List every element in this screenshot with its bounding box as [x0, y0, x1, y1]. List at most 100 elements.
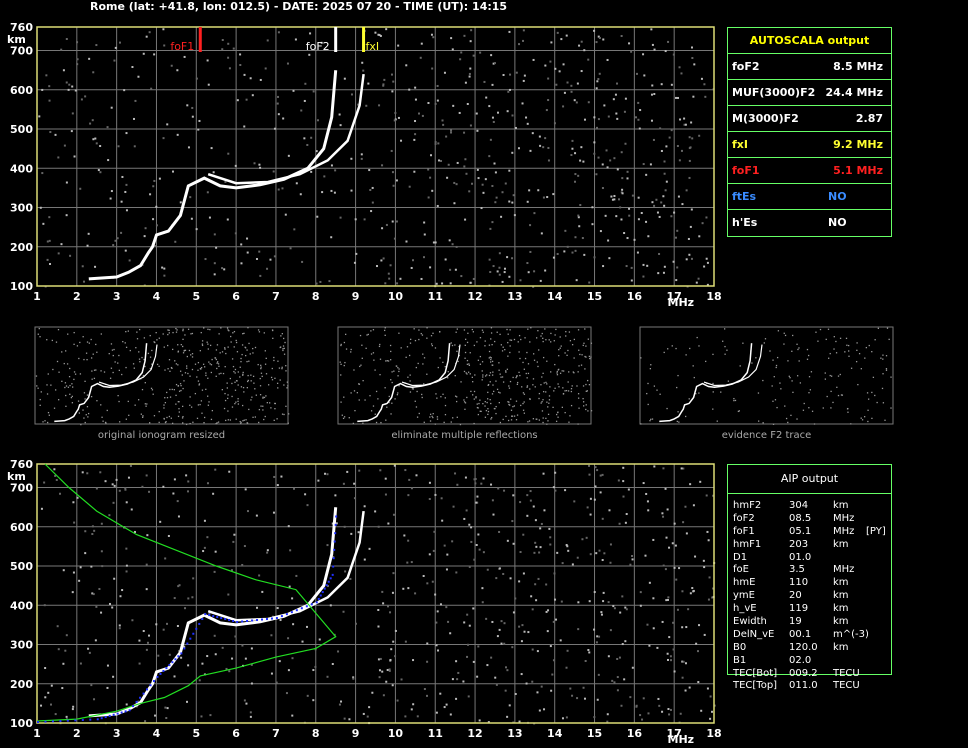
thumb-noise — [86, 359, 88, 361]
thumb-noise — [579, 353, 581, 356]
thumb-noise — [583, 405, 585, 407]
thumb-noise — [85, 414, 87, 416]
thumb-noise — [72, 386, 74, 388]
thumb-noise — [210, 418, 213, 421]
thumb-noise — [502, 346, 504, 348]
thumb-noise — [466, 359, 469, 362]
thumb-noise — [203, 416, 206, 419]
thumb-noise — [846, 408, 849, 410]
thumb-noise — [490, 338, 492, 340]
thumb-noise — [286, 387, 288, 389]
thumb-noise — [568, 421, 570, 423]
aip-cell: 011.0 — [789, 680, 818, 692]
thumb-noise — [454, 344, 456, 346]
thumb-noise — [822, 407, 824, 409]
thumb-noise — [204, 366, 206, 368]
thumb-noise — [200, 331, 202, 334]
thumb-noise — [874, 339, 876, 341]
thumb-noise — [184, 334, 186, 336]
thumb-noise — [544, 328, 546, 330]
thumb-noise — [57, 328, 60, 331]
thumb-noise — [361, 357, 363, 359]
thumb-noise — [182, 329, 184, 332]
thumb-noise — [168, 332, 170, 334]
thumb-noise — [429, 416, 431, 418]
thumb-noise — [217, 361, 219, 363]
thumb-noise — [584, 368, 586, 370]
aip-cell: 3.5 — [789, 564, 805, 576]
thumb-noise — [232, 332, 234, 334]
thumb-noise — [585, 383, 587, 386]
thumb-noise — [167, 329, 169, 331]
thumb-noise — [73, 378, 75, 381]
thumb-noise — [235, 418, 237, 420]
thumb-noise — [508, 385, 510, 387]
thumb-noise — [776, 356, 779, 359]
thumb-noise — [562, 370, 565, 372]
thumb-noise — [87, 412, 90, 415]
aip-cell: B0 — [733, 641, 747, 653]
thumb-noise — [787, 421, 789, 424]
thumb-noise — [285, 405, 287, 407]
thumb-noise — [409, 342, 412, 344]
thumb-noise — [235, 341, 238, 344]
thumb-noise — [537, 365, 539, 368]
thumb-noise — [527, 328, 529, 330]
thumb-noise — [274, 402, 276, 405]
thumb-noise — [39, 404, 41, 407]
thumb-noise — [35, 375, 38, 377]
thumb-noise — [166, 416, 168, 419]
thumb-noise — [850, 367, 853, 369]
thumb-noise — [84, 398, 86, 400]
thumb-noise — [118, 400, 120, 403]
thumb-noise — [436, 416, 439, 418]
thumb-noise — [418, 338, 420, 341]
thumb-noise — [861, 419, 864, 421]
aip-cell: km — [833, 603, 849, 615]
thumb-noise — [352, 422, 355, 425]
thumb-noise — [220, 372, 222, 375]
thumb-noise — [521, 386, 523, 388]
thumb-noise — [587, 379, 589, 382]
thumb-noise — [571, 344, 574, 346]
thumb-noise — [463, 370, 466, 373]
thumb-noise — [813, 423, 816, 425]
thumb-noise — [650, 418, 652, 420]
thumb-noise — [547, 413, 550, 416]
thumb-noise — [227, 419, 229, 421]
thumb-noise — [108, 352, 110, 355]
aip-row: DelN_vE 00.1 m^(-3) — [733, 629, 903, 642]
thumb-noise — [353, 390, 356, 392]
thumb-noise — [362, 422, 364, 424]
thumb-noise — [127, 400, 129, 403]
thumb-noise — [796, 343, 798, 345]
thumb-noise — [430, 335, 433, 337]
thumb-noise — [178, 390, 181, 392]
thumb-noise — [491, 360, 494, 363]
thumb-noise — [489, 381, 491, 383]
thumb-noise — [273, 419, 275, 422]
thumb-noise — [234, 402, 236, 405]
thumb-noise — [553, 390, 555, 392]
autoscala-param-name: foF1 — [732, 164, 760, 177]
thumb-noise — [175, 327, 177, 330]
thumb-noise — [128, 414, 130, 416]
thumb-noise — [542, 390, 545, 393]
thumb-noise — [523, 401, 525, 403]
thumb-noise — [733, 399, 735, 402]
thumb-noise — [143, 337, 146, 339]
thumb-noise — [129, 349, 131, 352]
thumb-noise — [245, 354, 247, 357]
thumb-noise — [689, 347, 691, 350]
thumb-noise — [653, 385, 656, 387]
thumb-caption-3: evidence F2 trace — [721, 430, 812, 441]
thumb-noise — [198, 383, 201, 385]
thumb-noise — [477, 359, 480, 361]
thumb-noise — [262, 396, 264, 398]
thumb-noise — [260, 364, 262, 367]
thumb-noise — [459, 423, 462, 426]
thumb-noise — [659, 393, 661, 395]
thumb-noise — [227, 394, 229, 396]
thumb-noise — [481, 329, 484, 331]
thumb-noise — [573, 338, 576, 341]
